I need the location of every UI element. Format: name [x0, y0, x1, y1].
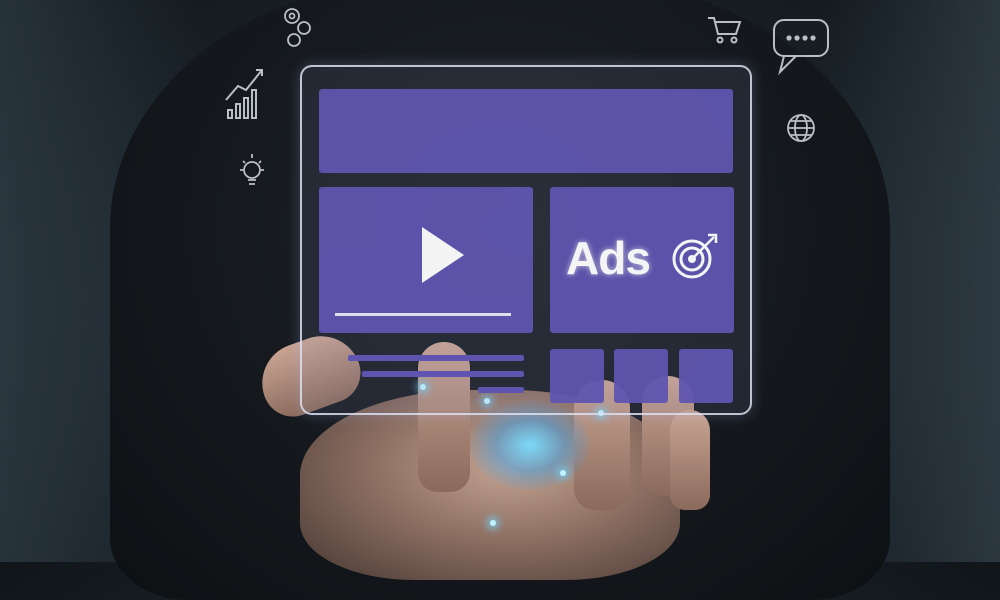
play-icon[interactable] [422, 227, 464, 283]
thumbnail-tile[interactable] [614, 349, 668, 403]
sparkle [560, 470, 566, 476]
lightbulb-icon [240, 154, 264, 185]
text-line [348, 355, 524, 361]
chat-bubble-icon [773, 19, 829, 76]
shopping-cart-icon [708, 17, 742, 44]
growth-chart-icon [225, 69, 263, 119]
globe-icon [787, 114, 815, 142]
gears-icon [284, 8, 311, 47]
finger-little [670, 410, 710, 510]
text-line [478, 387, 524, 393]
banner-panel [319, 89, 733, 173]
holographic-screen: Ads [300, 65, 752, 415]
sparkle [490, 520, 496, 526]
video-panel[interactable] [319, 187, 533, 333]
ads-label: Ads [566, 232, 651, 284]
text-line [362, 371, 524, 377]
ads-panel[interactable]: Ads [550, 187, 734, 333]
target-icon [672, 233, 718, 279]
thumbnail-tile[interactable] [550, 349, 604, 403]
video-progress-bar[interactable] [335, 313, 511, 316]
thumbnail-tile[interactable] [679, 349, 733, 403]
